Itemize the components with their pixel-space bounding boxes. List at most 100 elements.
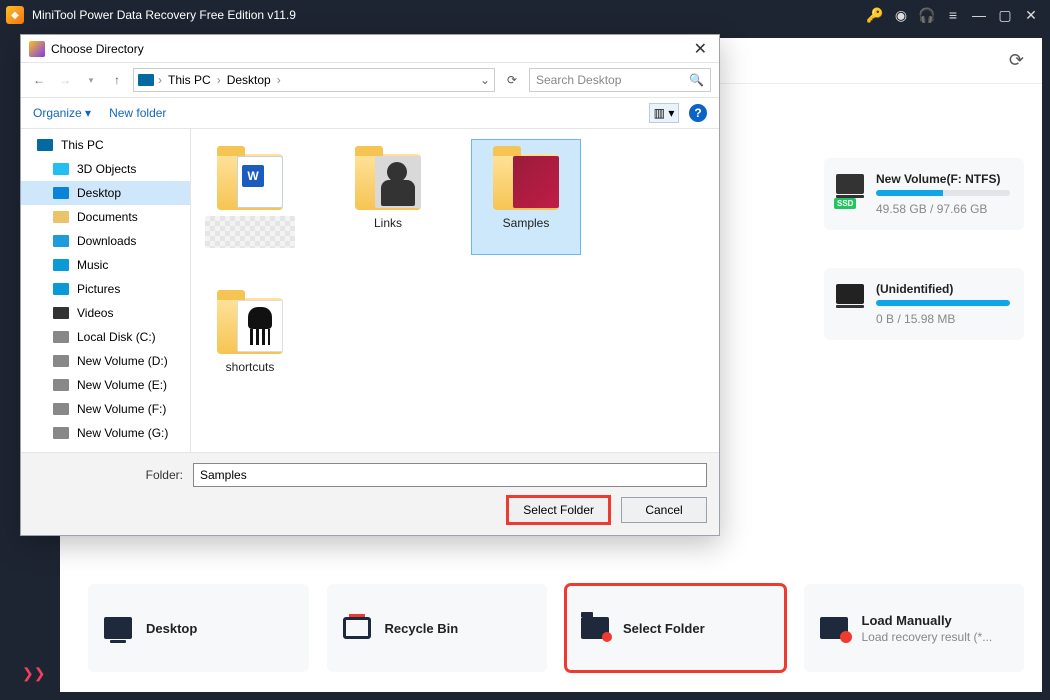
tree-node-icon: [53, 379, 69, 391]
volume-size: 49.58 GB / 97.66 GB: [876, 202, 1010, 216]
desktop-icon: [104, 617, 132, 639]
recycle-label: Recycle Bin: [385, 621, 459, 636]
folder-tree[interactable]: This PC 3D Objects Desktop Documents Downloa…: [21, 129, 191, 452]
file-item[interactable]: Samples: [471, 139, 581, 255]
file-item[interactable]: [195, 139, 305, 255]
folder-icon: [581, 617, 609, 639]
file-item[interactable]: Links: [333, 139, 443, 255]
desktop-card[interactable]: Desktop: [88, 584, 309, 672]
tree-node-icon: [53, 355, 69, 367]
globe-icon[interactable]: ◉: [888, 2, 914, 28]
tree-node-icon: [53, 163, 69, 175]
select-folder-label: Select Folder: [623, 621, 705, 636]
address-dropdown-icon[interactable]: ⌄: [480, 73, 490, 87]
tree-node[interactable]: Desktop: [21, 181, 190, 205]
key-icon[interactable]: 🔑: [862, 2, 888, 28]
crumb-this-pc[interactable]: This PC: [166, 73, 213, 87]
tree-node-icon: [53, 283, 69, 295]
tree-node-label: Local Disk (C:): [77, 330, 156, 344]
tree-node-icon: [37, 139, 53, 151]
tree-node[interactable]: Local Disk (C:): [21, 325, 190, 349]
tree-node[interactable]: New Volume (D:): [21, 349, 190, 373]
search-box[interactable]: Search Desktop 🔍: [529, 68, 711, 92]
tree-node-label: 3D Objects: [77, 162, 136, 176]
headset-icon[interactable]: 🎧: [914, 2, 940, 28]
help-icon[interactable]: ?: [689, 104, 707, 122]
volume-name: New Volume(F: NTFS): [876, 172, 1010, 186]
file-item[interactable]: shortcuts: [195, 283, 305, 381]
tree-node-label: This PC: [61, 138, 104, 152]
volume-card-unidentified[interactable]: (Unidentified) 0 B / 15.98 MB: [824, 268, 1024, 340]
tree-node[interactable]: New Volume (E:): [21, 373, 190, 397]
reload-icon[interactable]: ⟳: [501, 69, 523, 91]
refresh-icon[interactable]: ⟳: [1009, 50, 1024, 71]
load-icon: [820, 617, 848, 639]
tree-node-icon: [53, 259, 69, 271]
load-sub: Load recovery result (*...: [862, 630, 993, 644]
file-grid[interactable]: Links Samples shortcuts: [195, 139, 715, 381]
search-placeholder: Search Desktop: [536, 73, 621, 87]
volume-size: 0 B / 15.98 MB: [876, 312, 1010, 326]
recent-icon[interactable]: ▾: [81, 70, 101, 90]
expand-rail-icon[interactable]: ❯❯: [22, 665, 45, 682]
tree-node[interactable]: Music: [21, 253, 190, 277]
recycle-bin-card[interactable]: Recycle Bin: [327, 584, 548, 672]
pc-icon: [138, 74, 154, 86]
tree-node-icon: [53, 187, 69, 199]
select-folder-card[interactable]: Select Folder: [565, 584, 786, 672]
tree-node[interactable]: Pictures: [21, 277, 190, 301]
new-folder-button[interactable]: New folder: [109, 106, 166, 120]
view-mode-button[interactable]: ▥ ▾: [649, 103, 679, 123]
tree-node[interactable]: Videos: [21, 301, 190, 325]
file-label: Links: [374, 216, 402, 230]
app-logo-icon: ◆: [6, 6, 24, 24]
volume-name: (Unidentified): [876, 282, 1010, 296]
desktop-label: Desktop: [146, 621, 197, 636]
load-manually-card[interactable]: Load Manually Load recovery result (*...: [804, 584, 1025, 672]
tree-node[interactable]: This PC: [21, 133, 190, 157]
dialog-title-icon: [29, 41, 45, 57]
folder-label: Folder:: [33, 468, 183, 482]
app-title: MiniTool Power Data Recovery Free Editio…: [32, 8, 296, 22]
file-label: Samples: [503, 216, 550, 230]
tree-node[interactable]: 3D Objects: [21, 157, 190, 181]
tree-node-label: Documents: [77, 210, 138, 224]
app-titlebar: ◆ MiniTool Power Data Recovery Free Edit…: [0, 0, 1050, 30]
recycle-icon: [343, 617, 371, 639]
file-label: shortcuts: [226, 360, 275, 374]
ssd-badge: SSD: [834, 198, 856, 209]
drive-icon: [836, 284, 864, 304]
menu-icon[interactable]: ≡: [940, 2, 966, 28]
tree-node-label: Pictures: [77, 282, 120, 296]
cancel-button[interactable]: Cancel: [621, 497, 707, 523]
select-folder-button[interactable]: Select Folder: [508, 497, 609, 523]
tree-node-label: New Volume (D:): [77, 354, 168, 368]
back-icon[interactable]: ←: [29, 70, 49, 90]
tree-node-icon: [53, 427, 69, 439]
folder-input[interactable]: [193, 463, 707, 487]
crumb-desktop[interactable]: Desktop: [225, 73, 273, 87]
tree-node[interactable]: Downloads: [21, 229, 190, 253]
file-label-redacted: [205, 216, 295, 248]
tree-node-label: Downloads: [77, 234, 136, 248]
maximize-icon[interactable]: ▢: [992, 2, 1018, 28]
tree-node[interactable]: New Volume (G:): [21, 421, 190, 445]
folder-thumb-icon: [349, 146, 427, 210]
tree-node[interactable]: New Volume (F:): [21, 397, 190, 421]
volume-card-f[interactable]: SSD New Volume(F: NTFS) 49.58 GB / 97.66…: [824, 158, 1024, 230]
tree-node-icon: [53, 403, 69, 415]
address-bar[interactable]: › This PC › Desktop › ⌄: [133, 68, 495, 92]
close-dialog-icon[interactable]: ✕: [690, 39, 711, 59]
folder-thumb-icon: [211, 290, 289, 354]
usage-bar: [876, 190, 1010, 196]
forward-icon[interactable]: →: [55, 70, 75, 90]
tree-node-icon: [53, 307, 69, 319]
load-title: Load Manually: [862, 613, 993, 628]
organize-menu[interactable]: Organize ▾: [33, 106, 91, 120]
tree-node[interactable]: Documents: [21, 205, 190, 229]
minimize-icon[interactable]: —: [966, 2, 992, 28]
choose-directory-dialog: Choose Directory ✕ ← → ▾ ↑ › This PC › D…: [20, 34, 720, 536]
tree-node-label: Videos: [77, 306, 113, 320]
up-icon[interactable]: ↑: [107, 70, 127, 90]
close-app-icon[interactable]: ✕: [1018, 2, 1044, 28]
